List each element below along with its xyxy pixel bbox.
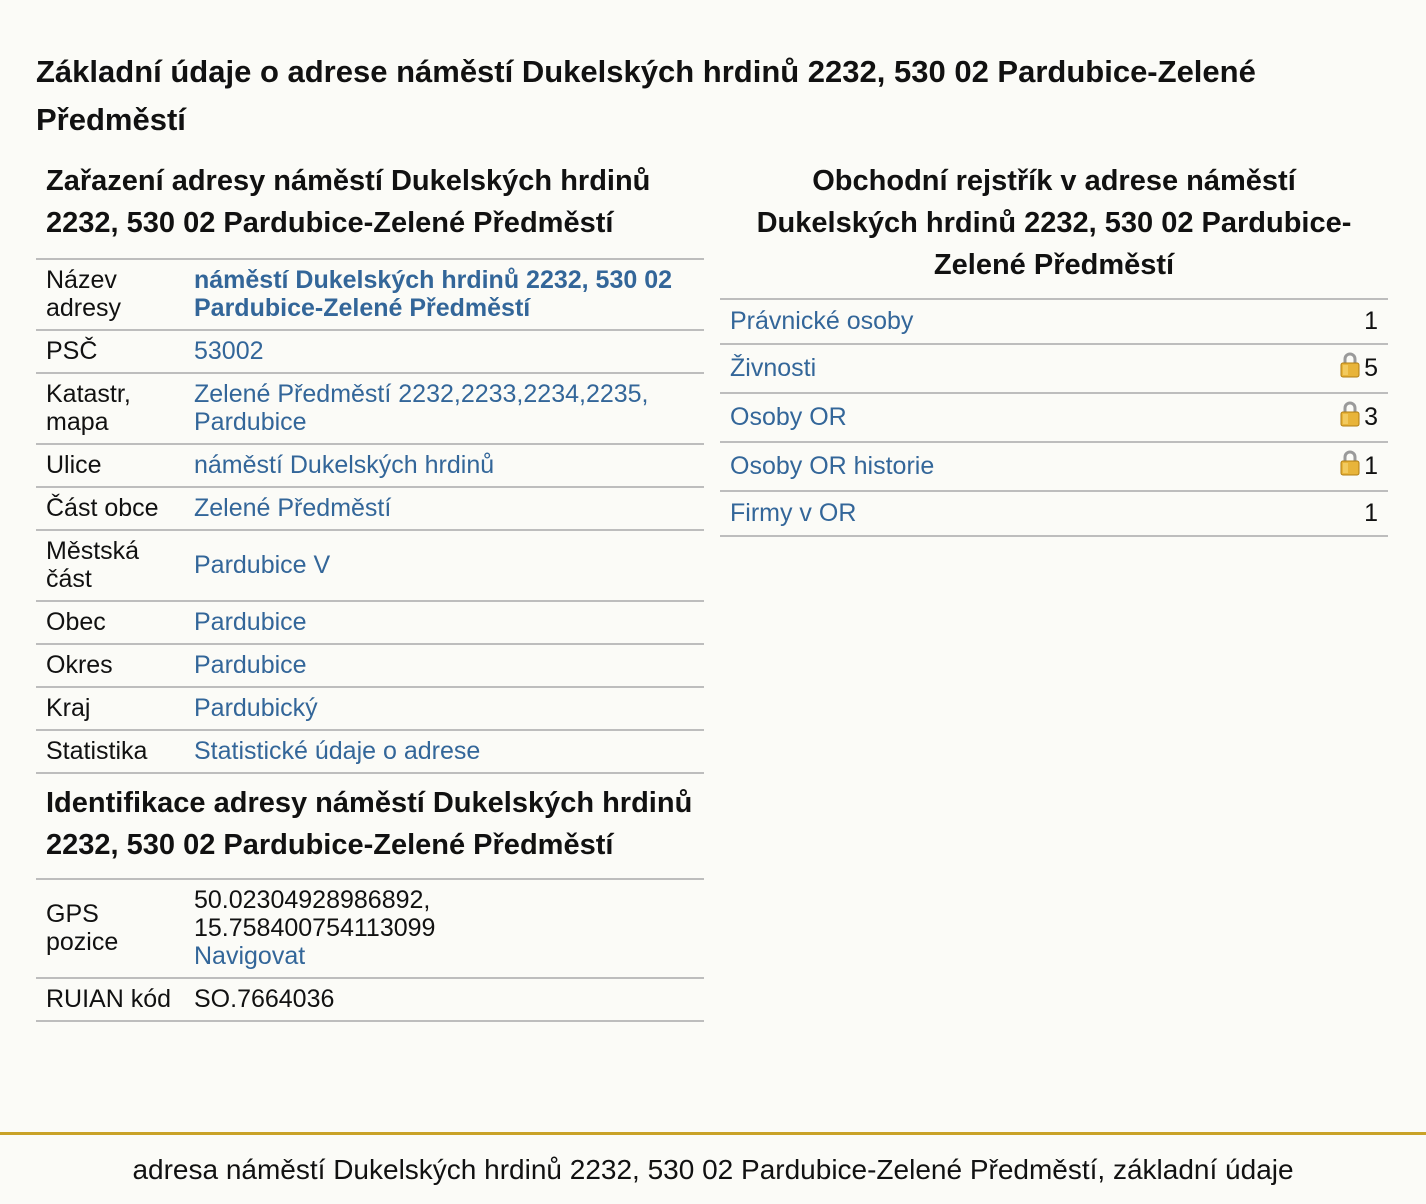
business-register-table: Právnické osoby 1 Živnosti 5 Osoby OR 3 … xyxy=(720,298,1388,537)
district-link[interactable]: Pardubice xyxy=(194,651,307,679)
row-label: Právnické osoby xyxy=(720,299,1251,345)
count-value: 5 xyxy=(1364,354,1378,382)
page-title: Základní údaje o adrese náměstí Dukelský… xyxy=(36,54,1256,137)
table-row: Firmy v OR 1 xyxy=(720,491,1388,537)
row-label: Městská část xyxy=(36,530,184,602)
firms-link[interactable]: Firmy v OR xyxy=(730,499,856,527)
table-row: Statistika Statistické údaje o adrese xyxy=(36,730,704,774)
footer-text: adresa náměstí Dukelských hrdinů 2232, 5… xyxy=(132,1154,1294,1185)
lock-icon[interactable] xyxy=(1340,352,1360,384)
row-count: 1 xyxy=(1250,442,1388,492)
row-label: Obec xyxy=(36,601,184,645)
row-label: Název adresy xyxy=(36,259,184,331)
trades-link[interactable]: Živnosti xyxy=(730,354,816,382)
left-column: Zařazení adresy náměstí Dukelských hrdin… xyxy=(36,160,704,1022)
or-persons-history-link[interactable]: Osoby OR historie xyxy=(730,452,934,480)
table-row: Katastr, mapa Zelené Předměstí 2232,2233… xyxy=(36,373,704,445)
row-value: Statistické údaje o adrese xyxy=(184,730,704,774)
count-value: 1 xyxy=(1364,499,1378,527)
table-row: Právnické osoby 1 xyxy=(720,299,1388,345)
row-label: Katastr, mapa xyxy=(36,373,184,445)
classification-table: Název adresy náměstí Dukelských hrdinů 2… xyxy=(36,258,704,774)
table-row: Osoby OR 3 xyxy=(720,393,1388,443)
row-count: 5 xyxy=(1250,344,1388,394)
row-count: 1 xyxy=(1250,299,1388,345)
table-row: Název adresy náměstí Dukelských hrdinů 2… xyxy=(36,259,704,331)
table-row: PSČ 53002 xyxy=(36,330,704,374)
identification-heading: Identifikace adresy náměstí Dukelských h… xyxy=(46,787,693,861)
city-district-link[interactable]: Pardubice V xyxy=(194,551,330,579)
or-persons-link[interactable]: Osoby OR xyxy=(730,403,847,431)
address-name-link[interactable]: náměstí Dukelských hrdinů 2232, 530 02 P… xyxy=(194,266,672,322)
count-value: 1 xyxy=(1364,307,1378,335)
row-value: Zelené Předměstí xyxy=(184,487,704,531)
gps-latitude: 50.02304928986892, xyxy=(194,886,431,914)
ruian-value: SO.7664036 xyxy=(184,978,704,1022)
row-label: Osoby OR xyxy=(720,393,1251,443)
gps-longitude: 15.758400754113099 xyxy=(194,914,436,942)
row-label: Osoby OR historie xyxy=(720,442,1251,492)
classification-heading: Zařazení adresy náměstí Dukelských hrdin… xyxy=(46,165,651,239)
row-value: Zelené Předměstí 2232,2233,2234,2235, Pa… xyxy=(184,373,704,445)
row-label: Část obce xyxy=(36,487,184,531)
row-label: Statistika xyxy=(36,730,184,774)
footer: adresa náměstí Dukelských hrdinů 2232, 5… xyxy=(0,1132,1426,1204)
row-value: Pardubice V xyxy=(184,530,704,602)
count-value: 1 xyxy=(1364,452,1378,480)
table-row: Ulice náměstí Dukelských hrdinů xyxy=(36,444,704,488)
row-label: Živnosti xyxy=(720,344,1251,394)
region-link[interactable]: Pardubický xyxy=(194,694,318,722)
gps-value: 50.02304928986892, 15.758400754113099 Na… xyxy=(184,879,704,979)
ruian-label: RUIAN kód xyxy=(36,978,184,1022)
table-row: Kraj Pardubický xyxy=(36,687,704,731)
legal-entities-link[interactable]: Právnické osoby xyxy=(730,307,913,335)
right-column: Obchodní rejstřík v adrese náměstí Dukel… xyxy=(720,160,1388,537)
row-value: náměstí Dukelských hrdinů 2232, 530 02 P… xyxy=(184,259,704,331)
postal-code-link[interactable]: 53002 xyxy=(194,337,264,365)
gps-label: GPS pozice xyxy=(36,879,184,979)
row-value: Pardubice xyxy=(184,601,704,645)
count-value: 3 xyxy=(1364,403,1378,431)
row-label: Okres xyxy=(36,644,184,688)
identification-table: GPS pozice 50.02304928986892, 15.7584007… xyxy=(36,878,704,1022)
row-value: náměstí Dukelských hrdinů xyxy=(184,444,704,488)
row-label: Firmy v OR xyxy=(720,491,1251,537)
lock-icon[interactable] xyxy=(1340,401,1360,433)
municipality-link[interactable]: Pardubice xyxy=(194,608,307,636)
table-row: Městská část Pardubice V xyxy=(36,530,704,602)
cadastre-map-link[interactable]: Zelené Předměstí 2232,2233,2234,2235, Pa… xyxy=(194,380,649,436)
navigate-link[interactable]: Navigovat xyxy=(194,942,305,970)
table-row: RUIAN kód SO.7664036 xyxy=(36,978,704,1022)
row-label: Kraj xyxy=(36,687,184,731)
business-register-heading: Obchodní rejstřík v adrese náměstí Dukel… xyxy=(756,165,1352,281)
row-count: 3 xyxy=(1250,393,1388,443)
table-row: Živnosti 5 xyxy=(720,344,1388,394)
row-value: Pardubický xyxy=(184,687,704,731)
lock-icon[interactable] xyxy=(1340,450,1360,482)
street-link[interactable]: náměstí Dukelských hrdinů xyxy=(194,451,494,479)
municipality-part-link[interactable]: Zelené Předměstí xyxy=(194,494,391,522)
table-row: Část obce Zelené Předměstí xyxy=(36,487,704,531)
table-row: Okres Pardubice xyxy=(36,644,704,688)
page: Základní údaje o adrese náměstí Dukelský… xyxy=(0,0,1426,1204)
row-label: PSČ xyxy=(36,330,184,374)
row-value: Pardubice xyxy=(184,644,704,688)
row-label: Ulice xyxy=(36,444,184,488)
row-value: 53002 xyxy=(184,330,704,374)
table-row: Osoby OR historie 1 xyxy=(720,442,1388,492)
table-row: Obec Pardubice xyxy=(36,601,704,645)
statistics-link[interactable]: Statistické údaje o adrese xyxy=(194,737,480,765)
row-count: 1 xyxy=(1250,491,1388,537)
table-row: GPS pozice 50.02304928986892, 15.7584007… xyxy=(36,879,704,979)
